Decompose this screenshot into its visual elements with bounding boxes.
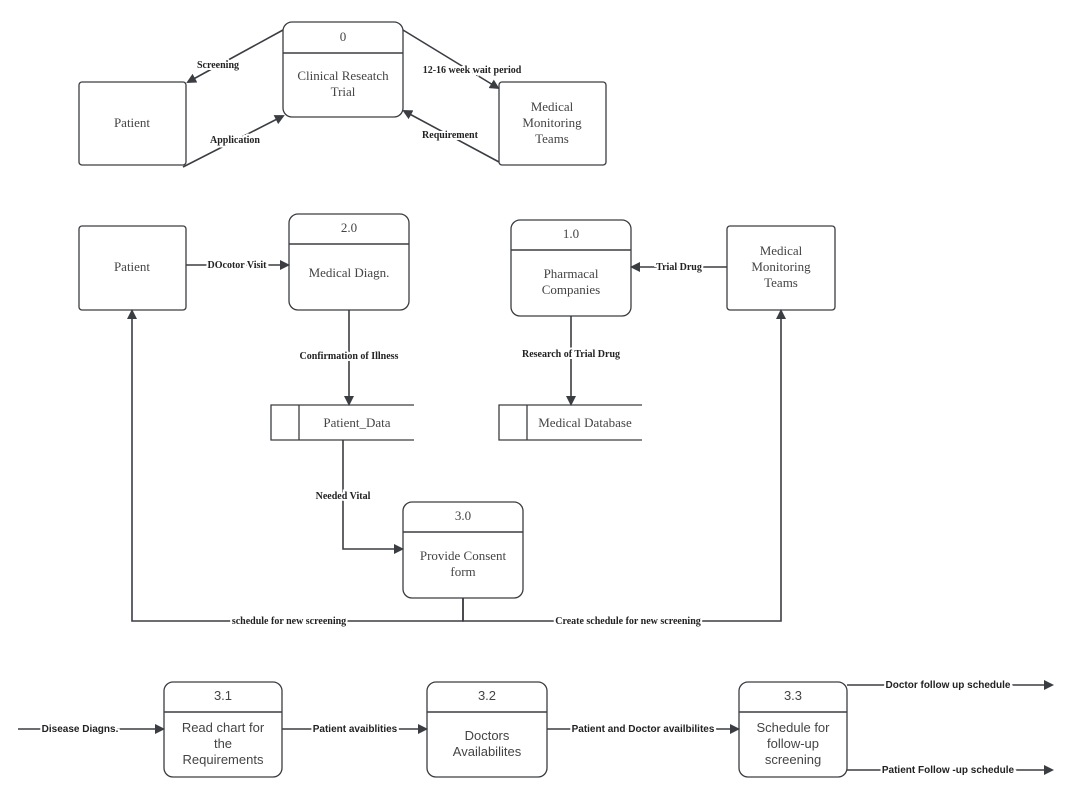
entity-label: Medical	[531, 99, 574, 114]
process-label: form	[450, 564, 475, 579]
flow-label: Research of Trial Drug	[522, 349, 620, 360]
entity-label: Monitoring	[522, 115, 582, 130]
flow-label: Create schedule for new screening	[555, 616, 701, 627]
process-label: follow-up	[767, 736, 819, 751]
level-1: Patient 2.0 Medical Diagn. 1.0 Pharmacal…	[78, 213, 836, 629]
flow-label: Doctor follow up schedule	[885, 680, 1010, 691]
process-label: Trial	[331, 84, 356, 99]
process-label: Medical Diagn.	[309, 265, 390, 280]
flow-label: Patient Follow -up schedule	[882, 765, 1015, 776]
process-label: Provide Consent	[420, 548, 507, 563]
flow-label: 12-16 week wait period	[423, 65, 522, 76]
flow-wait-period	[402, 29, 500, 90]
process-id: 3.2	[478, 688, 496, 703]
process-id: 0	[340, 29, 347, 44]
process-id: 1.0	[563, 226, 579, 241]
flow-label: Screening	[197, 60, 239, 71]
entity-label: Teams	[535, 131, 569, 146]
level-0: Patient 0 Clinical Reseatch Trial Medica…	[78, 21, 607, 168]
process-label: Companies	[542, 282, 601, 297]
entity-label: Teams	[764, 275, 798, 290]
store-label: Medical Database	[538, 415, 632, 430]
entity-label: Monitoring	[751, 259, 811, 274]
entity-label: Patient	[114, 115, 150, 130]
flow-label: Requirement	[422, 130, 479, 141]
flow-label: Confirmation of Illness	[300, 351, 399, 362]
flow-label: Needed Vital	[316, 491, 371, 502]
process-id: 3.1	[214, 688, 232, 703]
level-2: 3.1 Read chart for the Requirements 3.2 …	[18, 678, 1054, 778]
flow-label: Trial Drug	[656, 262, 702, 273]
process-label: Clinical Reseatch	[297, 68, 389, 83]
flow-label: Disease Diagns.	[42, 724, 119, 735]
process-id: 3.0	[455, 508, 471, 523]
process-label: Doctors	[465, 728, 510, 743]
process-label: Requirements	[183, 752, 264, 767]
flow-label: DOcotor Visit	[208, 260, 268, 271]
process-id: 3.3	[784, 688, 802, 703]
store-label: Patient_Data	[323, 415, 390, 430]
flow-screening	[186, 29, 284, 83]
store-patient-data[interactable]: Patient_Data	[270, 404, 414, 441]
process-label: Availabilites	[453, 744, 522, 759]
process-label: Schedule for	[757, 720, 831, 735]
data-flow-diagram: Patient 0 Clinical Reseatch Trial Medica…	[18, 21, 1054, 778]
process-label: Pharmacal	[544, 266, 599, 281]
flow-label: Patient and Doctor availbilites	[572, 724, 715, 735]
process-id: 2.0	[341, 220, 357, 235]
process-label: Read chart for	[182, 720, 265, 735]
entity-label: Medical	[760, 243, 803, 258]
entity-label: Patient	[114, 259, 150, 274]
store-medical-database[interactable]: Medical Database	[498, 404, 642, 441]
flow-label: Application	[210, 135, 260, 146]
process-label: the	[214, 736, 232, 751]
flow-label: schedule for new screening	[232, 616, 346, 627]
flow-label: Patient avaiblities	[313, 724, 398, 735]
process-label: screening	[765, 752, 821, 767]
